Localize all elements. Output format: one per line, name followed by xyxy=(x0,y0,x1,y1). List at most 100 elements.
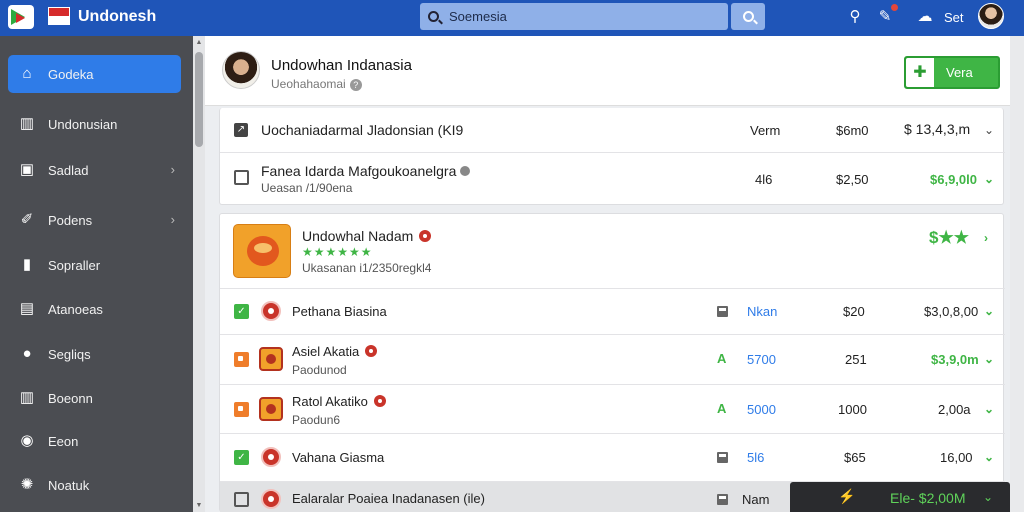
app-title: Undonesh xyxy=(78,8,157,25)
row-col2: $20 xyxy=(843,304,865,319)
row-title: Vahana Giasma xyxy=(292,450,385,465)
chevron-down-icon[interactable]: ⌄ xyxy=(984,172,994,186)
row-col2: $65 xyxy=(844,450,866,465)
chevron-down-icon[interactable]: ⌄ xyxy=(984,304,994,318)
row-subtitle: Paodunod xyxy=(292,363,347,377)
search-icon xyxy=(742,11,754,22)
status-dot-icon xyxy=(261,447,281,467)
total-toast[interactable]: ⚡ Ele- $2,00M ⌄ xyxy=(790,482,1010,512)
sidebar-item-atanoeas[interactable]: ▤ Atanoeas xyxy=(8,290,181,328)
profile-avatar[interactable] xyxy=(222,51,260,89)
row-title: Ratol Akatiko xyxy=(292,394,386,409)
row-title: Ealaralar Poaiea Inadanasen (ile) xyxy=(292,491,485,506)
sidebar-item-eeon[interactable]: ◉ Eeon xyxy=(8,422,181,460)
row-amount: $ 13,4,3,m xyxy=(904,121,971,137)
table-row[interactable]: ↗ Uochaniadarmal Jladonsian (KI9 Verm $6… xyxy=(220,108,1005,153)
chat-icon[interactable]: ☁ xyxy=(916,8,934,26)
profile-subtitle: Ueohahaomai? xyxy=(271,77,362,91)
row-col1: 4l6 xyxy=(755,172,773,187)
chevron-down-icon[interactable]: ⌄ xyxy=(984,352,994,366)
text-format-icon: A xyxy=(717,401,727,416)
scrollbar-thumb[interactable] xyxy=(195,52,203,147)
sidebar-item-godeka[interactable]: ⌂ Godeka xyxy=(8,55,181,93)
sidebar-item-sopraller[interactable]: ▮ Sopraller xyxy=(8,246,181,284)
chevron-down-icon[interactable]: ⌄ xyxy=(984,450,994,464)
user-avatar[interactable] xyxy=(978,3,1004,29)
row-title: Pethana Biasina xyxy=(292,304,387,319)
row-col1: 5000 xyxy=(747,402,776,417)
search-bar[interactable] xyxy=(420,3,728,30)
vera-button[interactable]: ✚ Vera xyxy=(904,56,1000,89)
row-title: Uochaniadarmal Jladonsian (KI9 xyxy=(261,122,464,138)
scroll-down-icon[interactable]: ▼ xyxy=(195,502,203,509)
row-col2: 251 xyxy=(845,352,867,367)
status-badge xyxy=(365,345,378,357)
main-scrollbar[interactable] xyxy=(1010,36,1024,512)
sidebar-item-label: Segliqs xyxy=(48,346,91,362)
person-icon: ● xyxy=(22,345,32,362)
app-icon xyxy=(259,397,283,421)
search-button[interactable] xyxy=(731,3,765,30)
settings-link[interactable]: Set xyxy=(944,10,964,25)
status-dot-icon xyxy=(261,301,281,321)
sidebar-item-boeonn[interactable]: ▥ Boeonn xyxy=(8,379,181,417)
row-amount: 2,00a xyxy=(938,402,971,417)
row-checkbox[interactable] xyxy=(234,492,249,507)
table-row[interactable]: Fanea Idarda Mafgoukoanelgra Ueasan /1/9… xyxy=(220,153,1005,205)
sidebar-item-undonusian[interactable]: ▥ Undonusian xyxy=(8,105,181,143)
settings-icon: ✺ xyxy=(20,476,34,493)
row-col2: $6m0 xyxy=(836,123,869,138)
top-bar: Undonesh ⚲ ✎ ☁ Set xyxy=(0,0,1024,36)
row-checkbox[interactable] xyxy=(234,402,249,417)
toast-text: Ele- $2,00M xyxy=(890,490,966,506)
profile-header: Undowhan Indanasia Ueohahaomai? ✚ Vera xyxy=(205,36,1010,106)
row-title: Fanea Idarda Mafgoukoanelgra xyxy=(261,163,471,179)
flag-icon xyxy=(48,7,70,25)
table-row[interactable]: Asiel Akatia Paodunod A 5700 251 $3,9,0m… xyxy=(220,335,1005,385)
sidebar-item-label: Sadlad xyxy=(48,162,89,178)
search-input[interactable] xyxy=(449,9,699,24)
sidebar-item-label: Atanoeas xyxy=(48,301,103,317)
sidebar-item-segliqs[interactable]: ● Segliqs xyxy=(8,335,181,373)
chevron-right-icon: › xyxy=(170,162,175,177)
info-icon[interactable] xyxy=(460,166,471,176)
chart-icon: ↗ xyxy=(234,123,248,137)
row-col2: 1000 xyxy=(838,402,867,417)
plug-icon: ⚡ xyxy=(838,488,856,504)
app-logo[interactable] xyxy=(8,5,34,29)
chevron-down-icon[interactable]: ⌄ xyxy=(984,402,994,416)
row-checkbox[interactable] xyxy=(234,352,249,367)
sidebar-item-label: Godeka xyxy=(48,66,94,82)
wrench-icon: ✐ xyxy=(20,211,34,228)
folder-icon: ▣ xyxy=(19,161,35,178)
chevron-down-icon[interactable]: ⌄ xyxy=(983,490,993,504)
share-icon[interactable]: ⚲ xyxy=(846,8,864,26)
app-thumbnail[interactable] xyxy=(233,224,291,278)
file-icon: ▤ xyxy=(19,300,35,317)
sidebar-item-sadlad[interactable]: ▣ Sadlad › xyxy=(8,151,181,189)
star-rating: ★★★★★★ xyxy=(302,245,373,259)
sidebar-scrollbar[interactable]: ▲ ▼ xyxy=(193,36,205,512)
phone-icon: ▮ xyxy=(22,256,32,273)
table-row[interactable]: Ratol Akatiko Paodun6 A 5000 1000 2,00a … xyxy=(220,385,1005,434)
row-checkbox[interactable]: ✓ xyxy=(234,450,249,465)
row-checkbox[interactable] xyxy=(234,170,249,185)
table-row[interactable]: ✓ Pethana Biasina Nkan $20 $3,0,8,00 ⌄ xyxy=(220,289,1005,335)
image-icon xyxy=(717,494,728,505)
summary-card: ↗ Uochaniadarmal Jladonsian (KI9 Verm $6… xyxy=(219,108,1005,205)
sidebar-item-label: Eeon xyxy=(48,433,79,449)
items-card: Undowhal Nadam ★★★★★★ Ukasanan i1/2350re… xyxy=(219,213,1005,512)
row-col2: $2,50 xyxy=(836,172,869,187)
plus-arrow-icon: ✚ xyxy=(906,58,934,87)
chevron-right-icon[interactable]: › xyxy=(984,231,988,245)
sidebar-item-label: Undonusian xyxy=(48,116,118,132)
sidebar-item-noatuk[interactable]: ✺ Noatuk xyxy=(8,466,181,504)
row-checkbox[interactable]: ✓ xyxy=(234,304,249,319)
sidebar-item-podens[interactable]: ✐ Podens › xyxy=(8,201,181,239)
table-row[interactable]: ✓ Vahana Giasma 5l6 $65 16,00 ⌄ xyxy=(220,434,1005,482)
scroll-up-icon[interactable]: ▲ xyxy=(195,39,203,46)
chevron-right-icon: › xyxy=(170,212,175,227)
edit-icon[interactable]: ✎ xyxy=(876,8,894,26)
chevron-down-icon[interactable]: ⌄ xyxy=(984,123,994,137)
info-icon[interactable]: ? xyxy=(349,79,362,91)
